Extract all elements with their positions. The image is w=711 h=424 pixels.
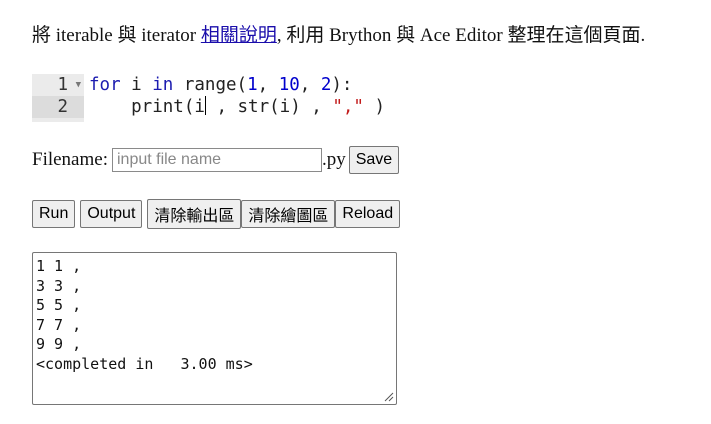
save-button[interactable]: Save: [348, 146, 400, 174]
output-line: <completed in 3.00 ms>: [36, 354, 253, 373]
code-token: range(: [173, 75, 248, 95]
output-line: 7 7 ,: [36, 315, 82, 334]
keyword: in: [152, 75, 174, 95]
code-token: , str(i) ,: [205, 97, 333, 117]
number-literal: 10: [278, 75, 300, 95]
number-literal: 2: [320, 75, 332, 95]
output-line: 5 5 ,: [36, 296, 82, 314]
output-line: 9 9 ,: [36, 335, 82, 353]
gutter-line-2: 2: [32, 96, 84, 118]
clear-output-button[interactable]: 清除輸出區: [147, 199, 242, 229]
line-number: 2: [57, 97, 68, 117]
file-extension: .py: [321, 149, 346, 170]
output-line: 1 1 ,: [36, 257, 82, 275]
filename-input[interactable]: [111, 148, 322, 172]
fold-arrow-icon[interactable]: ▼: [76, 74, 81, 96]
resize-handle-icon[interactable]: [382, 390, 394, 402]
code-token: ):: [331, 75, 353, 95]
run-button[interactable]: Run: [32, 200, 76, 228]
reload-button[interactable]: Reload: [335, 200, 401, 228]
gutter-line-1: 1 ▼: [32, 74, 84, 96]
code-token: print(i: [89, 97, 205, 117]
intro-text-after: , 利用 Brython 與 Ace Editor 整理在這個頁面.: [276, 25, 646, 46]
output-textarea[interactable]: 1 1 , 3 3 , 5 5 , 7 7 , 9 9 , <completed…: [32, 252, 397, 405]
code-token: ,: [299, 75, 321, 95]
string-literal: ",": [332, 97, 364, 117]
action-buttons: Run Output 清除輸出區 清除繪圖區 Reload: [32, 199, 405, 229]
number-literal: 1: [247, 75, 258, 95]
code-token: i: [120, 75, 153, 95]
filename-label: Filename:: [32, 149, 108, 170]
intro-text: 將 iterable 與 iterator 相關說明, 利用 Brython 與…: [32, 24, 645, 48]
code-line-1: for i in range(1, 10, 2):: [89, 74, 385, 96]
output-line: 3 3 ,: [36, 276, 82, 295]
line-number: 1: [57, 75, 68, 95]
code-token: ,: [257, 75, 279, 95]
editor-gutter: 1 ▼ 2: [32, 74, 84, 122]
keyword: for: [89, 75, 121, 95]
code-editor[interactable]: 1 ▼ 2 for i in range(1, 10, 2): print(i …: [32, 74, 412, 122]
editor-code[interactable]: for i in range(1, 10, 2): print(i , str(…: [89, 74, 385, 118]
code-token: ): [363, 97, 386, 117]
clear-canvas-button[interactable]: 清除繪圖區: [241, 200, 336, 228]
intro-link[interactable]: 相關說明: [201, 25, 277, 46]
intro-text-before: 將 iterable 與 iterator: [32, 25, 201, 46]
filename-row: Filename: .py Save: [32, 146, 400, 174]
code-line-2: print(i , str(i) , "," ): [89, 96, 385, 118]
output-button[interactable]: Output: [80, 200, 143, 228]
